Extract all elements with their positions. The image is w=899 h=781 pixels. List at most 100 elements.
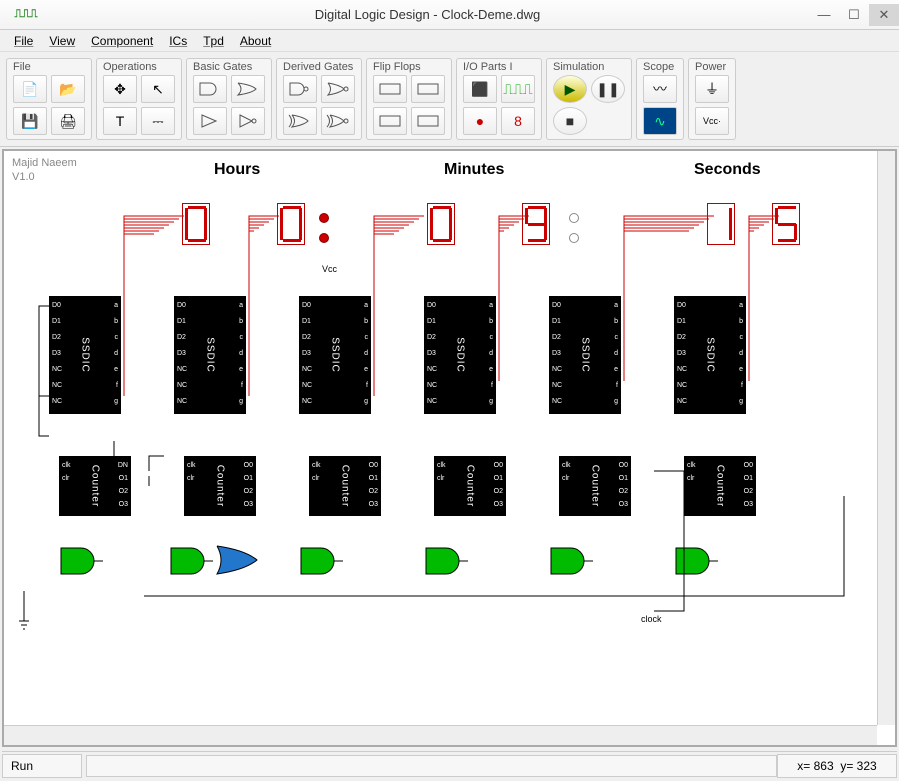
colon-led (319, 233, 329, 243)
text-button[interactable]: T (103, 107, 137, 135)
play-button[interactable]: ▶ (553, 75, 587, 103)
and-gate (674, 546, 718, 579)
menubar: File View Component ICs Tpd About (0, 30, 899, 52)
ssdic-chip: SSDICD0D1D2D3NCNCNCabcdefg (49, 296, 121, 414)
vcc-button[interactable]: Vcc· (695, 107, 729, 135)
toolgroup-operations: Operations ✥ ↖ T ⎓ (96, 58, 182, 140)
author-label: Majid NaeemV1.0 (12, 156, 77, 185)
minimize-button[interactable]: — (809, 4, 839, 26)
close-button[interactable]: ✕ (869, 4, 899, 26)
counter-chip: CounterclkclrO0O1O2O3 (434, 456, 506, 516)
print-button[interactable]: 🖨 (51, 107, 85, 135)
maximize-button[interactable]: ☐ (839, 4, 869, 26)
ssdic-chip: SSDICD0D1D2D3NCNCNCabcdefg (424, 296, 496, 414)
and-gate (169, 546, 213, 579)
switch-button[interactable]: ⬛ (463, 75, 497, 103)
switch-icon: ⬛ (471, 81, 488, 98)
window-title: Digital Logic Design - Clock-Deme.dwg (46, 7, 809, 22)
menu-about[interactable]: About (234, 32, 277, 50)
and-gate (299, 546, 343, 579)
pointer-button[interactable]: ↖ (141, 75, 175, 103)
ssd-button[interactable]: 8 (501, 107, 535, 135)
or-gate-button[interactable] (231, 75, 265, 103)
toolbar: File 📄 📂 💾 🖨 Operations ✥ ↖ T ⎓ Basic Ga… (0, 52, 899, 147)
wire-icon: ⎓ (152, 113, 163, 130)
counter-chip: CounterclkclrO0O1O2O3 (559, 456, 631, 516)
gnd-icon: ⏚ (705, 79, 719, 99)
probe-icon: 〰 (653, 79, 667, 99)
schematic-canvas[interactable]: Majid NaeemV1.0 Hours Minutes Seconds Vc… (4, 151, 895, 745)
colon-led (569, 233, 579, 243)
ssdic-chip: SSDICD0D1D2D3NCNCNCabcdefg (674, 296, 746, 414)
seven-segment-display (772, 203, 800, 245)
status-spacer (86, 755, 777, 777)
open-folder-icon: 📂 (59, 81, 76, 98)
xor-button[interactable] (283, 107, 317, 135)
buffer-button[interactable] (193, 107, 227, 135)
ff2-button[interactable] (411, 75, 445, 103)
and-gate (424, 546, 468, 579)
toolgroup-derived-gates: Derived Gates (276, 58, 362, 140)
text-icon: T (116, 113, 125, 129)
menu-file[interactable]: File (8, 32, 39, 50)
counter-chip: CounterclkclrDNO1O2O3 (59, 456, 131, 516)
seven-segment-display (522, 203, 550, 245)
and-gate (59, 546, 103, 579)
not-button[interactable] (231, 107, 265, 135)
new-file-button[interactable]: 📄 (13, 75, 47, 103)
save-button[interactable]: 💾 (13, 107, 47, 135)
counter-chip: CounterclkclrO0O1O2O3 (184, 456, 256, 516)
seven-segment-display (182, 203, 210, 245)
toolgroup-flipflops: Flip Flops (366, 58, 452, 140)
ff3-button[interactable] (373, 107, 407, 135)
colon-led (569, 213, 579, 223)
stop-button[interactable]: ■ (553, 107, 587, 135)
xnor-button[interactable] (321, 107, 355, 135)
clock-icon: ⎍⎍⎍ (503, 81, 532, 98)
heading-minutes: Minutes (444, 161, 504, 179)
probe-button[interactable]: 〰 (643, 75, 677, 103)
scope-button[interactable]: ∿ (643, 107, 677, 135)
and-gate-button[interactable] (193, 75, 227, 103)
app-logo-icon: ⎍⎍⎍ (6, 5, 46, 25)
horizontal-scrollbar[interactable] (4, 725, 877, 745)
wire-button[interactable]: ⎓ (141, 107, 175, 135)
heading-hours: Hours (214, 161, 260, 179)
led-button[interactable]: ● (463, 107, 497, 135)
nor-button[interactable] (321, 75, 355, 103)
or-gate (214, 543, 264, 580)
clock-button[interactable]: ⎍⎍⎍ (501, 75, 535, 103)
print-icon: 🖨 (59, 113, 77, 130)
menu-ics[interactable]: ICs (163, 32, 193, 50)
toolgroup-file: File 📄 📂 💾 🖨 (6, 58, 92, 140)
toolgroup-power: Power ⏚ Vcc· (688, 58, 736, 140)
seven-segment-display (427, 203, 455, 245)
menu-tpd[interactable]: Tpd (197, 32, 230, 50)
canvas-area[interactable]: Majid NaeemV1.0 Hours Minutes Seconds Vc… (2, 149, 897, 747)
open-button[interactable]: 📂 (51, 75, 85, 103)
toolgroup-scope: Scope 〰 ∿ (636, 58, 684, 140)
menu-view[interactable]: View (43, 32, 81, 50)
clock-label: clock (641, 614, 662, 624)
statusbar: Run x= 863 y= 323 (2, 751, 897, 779)
vcc-label: Vcc (322, 264, 337, 274)
status-coordinates: x= 863 y= 323 (777, 754, 897, 778)
ff1-button[interactable] (373, 75, 407, 103)
nand-button[interactable] (283, 75, 317, 103)
ff4-button[interactable] (411, 107, 445, 135)
seven-segment-display (707, 203, 735, 245)
ssd-icon: 8 (514, 113, 522, 129)
toolgroup-simulation: Simulation ▶ ❚❚ ■ (546, 58, 632, 140)
toolgroup-io: I/O Parts I ⬛ ⎍⎍⎍ ● 8 (456, 58, 542, 140)
status-run[interactable]: Run (2, 754, 82, 778)
ssdic-chip: SSDICD0D1D2D3NCNCNCabcdefg (549, 296, 621, 414)
counter-chip: CounterclkclrO0O1O2O3 (684, 456, 756, 516)
move-button[interactable]: ✥ (103, 75, 137, 103)
move-icon: ✥ (114, 81, 126, 98)
seven-segment-display (277, 203, 305, 245)
vertical-scrollbar[interactable] (877, 151, 895, 725)
menu-component[interactable]: Component (85, 32, 159, 50)
gnd-button[interactable]: ⏚ (695, 75, 729, 103)
heading-seconds: Seconds (694, 161, 761, 179)
pause-button[interactable]: ❚❚ (591, 75, 625, 103)
